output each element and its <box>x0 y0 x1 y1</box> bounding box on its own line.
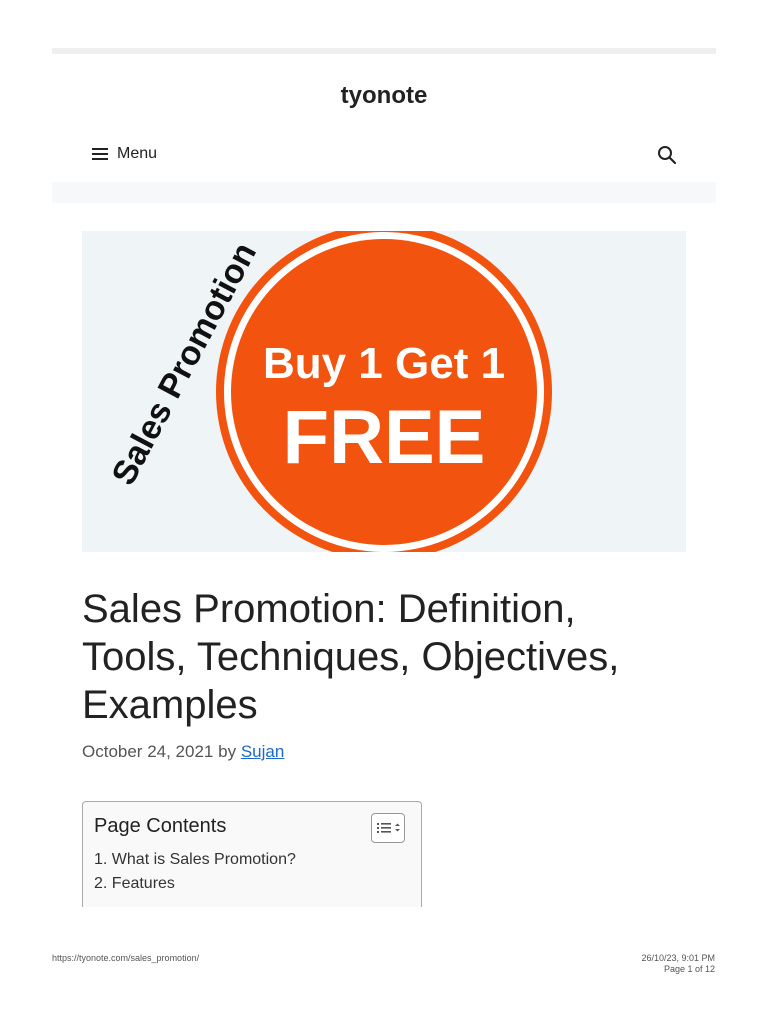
post-by: by <box>218 742 237 761</box>
toc-link-2[interactable]: 2. Features <box>94 875 175 892</box>
toc-link-1[interactable]: 1. What is Sales Promotion? <box>94 851 296 868</box>
search-icon[interactable] <box>656 144 678 166</box>
print-footer-url: https://tyonote.com/sales_promotion/ <box>52 953 200 963</box>
print-datetime: 26/10/23, 9:01 PM <box>641 953 715 963</box>
print-page-number: Page 1 of 12 <box>663 964 715 974</box>
badge-line2: FREE <box>283 395 486 480</box>
list-toggle-icon <box>377 823 400 833</box>
author-link[interactable]: Sujan <box>241 742 284 761</box>
menu-label: Menu <box>117 145 158 162</box>
header-inner: tyonote Menu <box>52 54 716 182</box>
site-header: tyonote Menu <box>52 48 716 203</box>
toc-item: 2. Features <box>94 872 296 896</box>
post-title: Sales Promotion: Definition, Tools, Tech… <box>82 587 620 727</box>
print-footer-meta: 26/10/23, 9:01 PM Page 1 of 12 <box>641 953 715 975</box>
site-title[interactable]: tyonote <box>52 82 716 110</box>
toc-title: Page Contents <box>94 815 227 837</box>
featured-image-graphic: Sales Promotion Buy 1 Get 1 FREE <box>105 231 552 552</box>
post-date: October 24, 2021 <box>82 742 214 761</box>
toc-item: 1. What is Sales Promotion? <box>94 848 296 872</box>
menu-button[interactable]: Menu <box>92 142 157 166</box>
toc-list: 1. What is Sales Promotion? 2. Features <box>94 848 296 896</box>
featured-image: Sales Promotion Buy 1 Get 1 FREE <box>82 231 686 552</box>
post-meta: October 24, 2021 by Sujan <box>82 742 284 762</box>
toc-toggle-button[interactable] <box>371 813 405 843</box>
badge-line1: Buy 1 Get 1 <box>263 339 505 388</box>
hamburger-icon <box>92 148 108 160</box>
badge-inner <box>231 239 537 545</box>
table-of-contents: Page Contents 1. What is Sales Promotion… <box>82 801 422 907</box>
